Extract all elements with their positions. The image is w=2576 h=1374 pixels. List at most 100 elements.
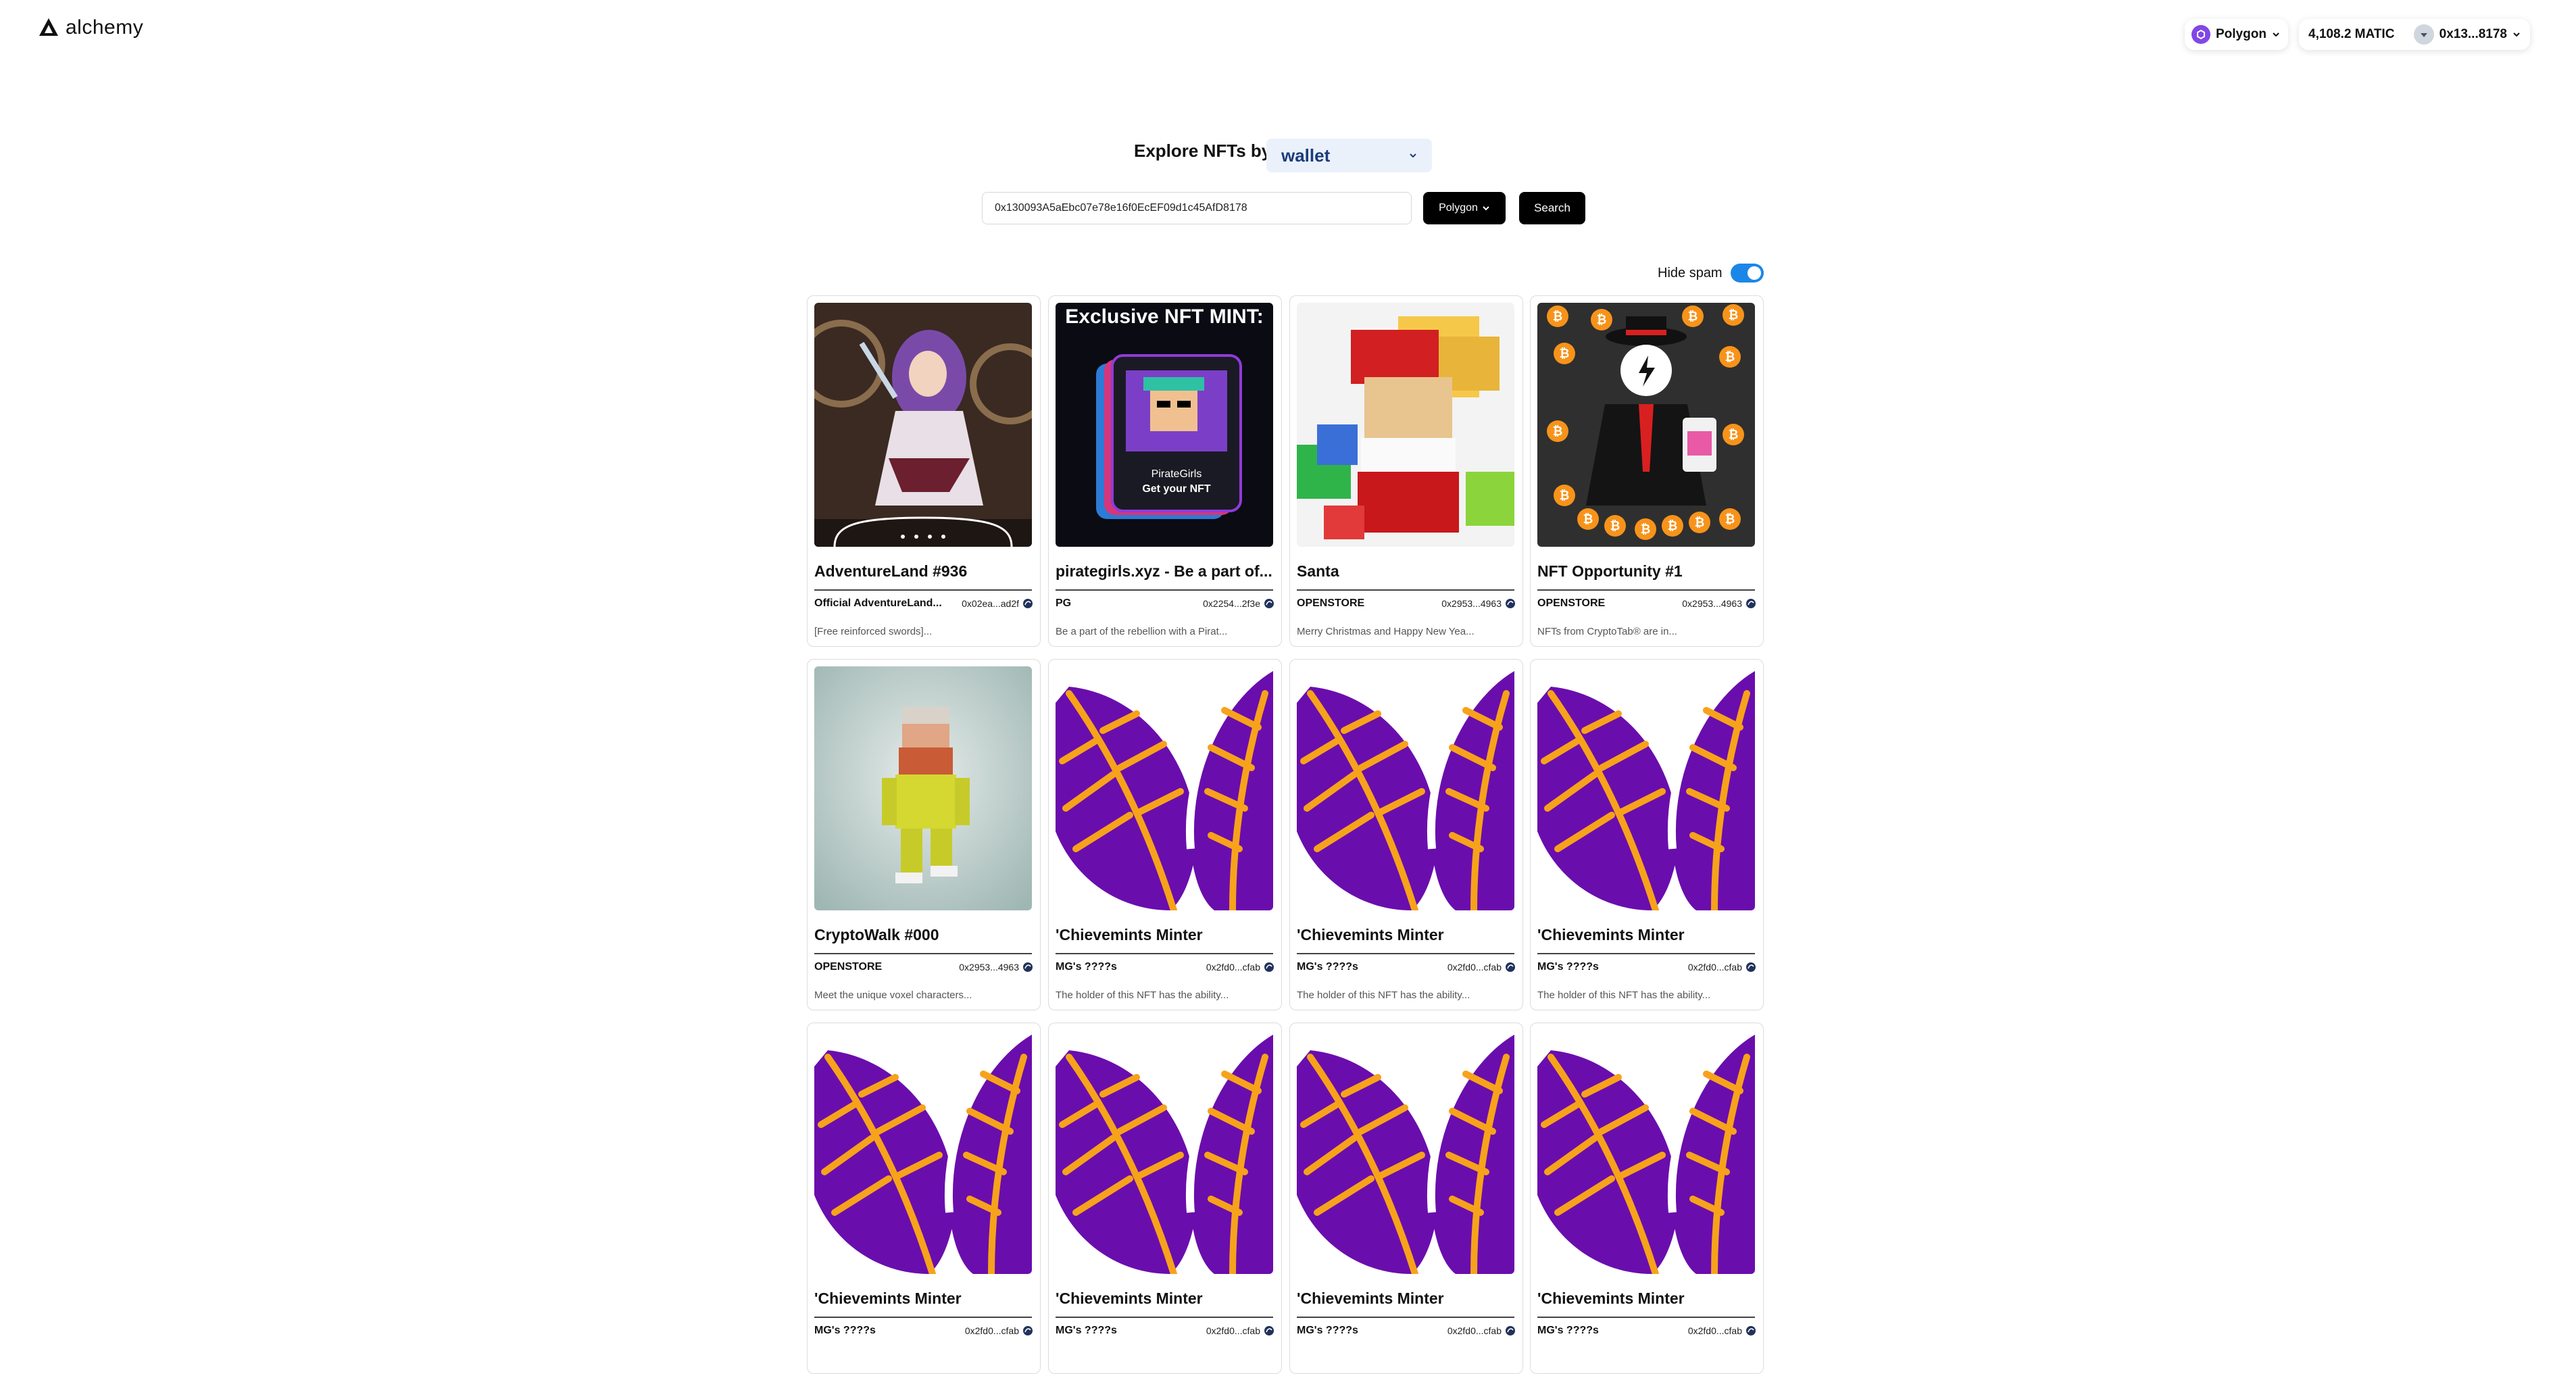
nft-collection: PG xyxy=(1056,597,1072,609)
chain-select-label: Polygon xyxy=(1439,202,1478,214)
nft-card[interactable]: 'Chievemints Minter MG's ????s 0x2fd0...cf… xyxy=(1530,1023,1764,1374)
nft-description: The holder of this NFT has the ability..… xyxy=(1537,989,1711,1001)
chevron-down-icon xyxy=(1410,153,1416,158)
nft-contract-address: 0x2fd0...cfab xyxy=(1447,1325,1502,1336)
divider xyxy=(1056,1317,1273,1318)
nft-image[interactable] xyxy=(1297,666,1514,910)
nft-contract-address: 0x2953...4963 xyxy=(959,962,1019,973)
nft-contract[interactable]: 0x2fd0...cfab xyxy=(1447,1325,1516,1336)
nft-collection: OPENSTORE xyxy=(1297,597,1365,609)
nft-image[interactable] xyxy=(1297,1030,1514,1274)
nft-card[interactable]: 'Chievemints Minter MG's ????s 0x2fd0...cf… xyxy=(1048,659,1282,1010)
nft-description: Meet the unique voxel characters... xyxy=(814,989,972,1001)
etherscan-icon xyxy=(1264,599,1274,608)
nft-title: AdventureLand #936 xyxy=(814,562,968,580)
divider xyxy=(814,1317,1032,1318)
nft-card[interactable]: 'Chievemints Minter MG's ????s 0x2fd0...cf… xyxy=(1048,1023,1282,1374)
nft-contract[interactable]: 0x02ea...ad2f xyxy=(962,598,1033,609)
nft-image[interactable] xyxy=(1056,1030,1273,1274)
nft-title: CryptoWalk #000 xyxy=(814,926,939,943)
nft-card[interactable]: Exclusive NFT MINT: PirateGirls Get your N… xyxy=(1048,295,1282,647)
svg-text:₿: ₿ xyxy=(1725,350,1735,364)
nft-contract[interactable]: 0x2fd0...cfab xyxy=(1688,1325,1756,1336)
nft-image[interactable]: ₿ ₿ ₿ ₿ ₿ ₿ ₿ ₿ ₿ ₿ ₿ ₿ ₿ ₿ ₿ xyxy=(1537,303,1755,547)
nft-card[interactable]: 'Chievemints Minter MG's ????s 0x2fd0...cf… xyxy=(807,1023,1041,1374)
wallet-menu[interactable]: 4,108.2 MATIC 0x13...8178 xyxy=(2299,19,2530,50)
nft-contract[interactable]: 0x2fd0...cfab xyxy=(1688,962,1756,973)
nft-card[interactable]: ₿ ₿ ₿ ₿ ₿ ₿ ₿ ₿ ₿ ₿ ₿ ₿ ₿ ₿ ₿ NFT Opportunity #1 OPENSTO… xyxy=(1530,295,1764,647)
etherscan-icon xyxy=(1746,1326,1756,1335)
nft-image[interactable] xyxy=(814,303,1032,547)
nft-card[interactable]: 'Chievemints Minter MG's ????s 0x2fd0...cf… xyxy=(1289,659,1523,1010)
nft-contract[interactable]: 0x2953...4963 xyxy=(1682,598,1756,609)
nft-contract[interactable]: 0x2254...2f3e xyxy=(1203,598,1274,609)
nft-contract-address: 0x2953...4963 xyxy=(1441,598,1502,609)
nft-contract-address: 0x02ea...ad2f xyxy=(962,598,1019,609)
nft-image[interactable] xyxy=(1537,666,1755,910)
svg-text:₿: ₿ xyxy=(1553,310,1563,323)
nft-title: 'Chievemints Minter xyxy=(1056,1290,1203,1307)
nft-collection: MG's ????s xyxy=(1297,961,1358,973)
chain-select-button[interactable]: Polygon xyxy=(1423,192,1506,224)
nft-contract[interactable]: 0x2fd0...cfab xyxy=(1447,962,1516,973)
nft-contract-address: 0x2953...4963 xyxy=(1682,598,1742,609)
nft-collection: MG's ????s xyxy=(1297,1325,1358,1336)
logo-text: alchemy xyxy=(66,16,144,39)
svg-text:₿: ₿ xyxy=(1725,512,1735,526)
nft-contract[interactable]: 0x2fd0...cfab xyxy=(1206,1325,1274,1336)
nft-image[interactable] xyxy=(1056,666,1273,910)
nft-title: Santa xyxy=(1297,562,1339,580)
nft-collection: MG's ????s xyxy=(1056,1325,1117,1336)
nft-card[interactable]: AdventureLand #936 Official AdventureLand… xyxy=(807,295,1041,647)
hide-spam-toggle[interactable] xyxy=(1730,264,1764,283)
nft-contract-address: 0x2fd0...cfab xyxy=(1687,1325,1742,1336)
nft-contract[interactable]: 0x2953...4963 xyxy=(1441,598,1516,609)
etherscan-icon xyxy=(1023,599,1033,608)
nft-image[interactable] xyxy=(814,1030,1032,1274)
etherscan-icon xyxy=(1746,962,1756,972)
network-selector[interactable]: Polygon xyxy=(2185,19,2288,50)
etherscan-icon xyxy=(1506,599,1515,608)
search-type-select[interactable]: wallet xyxy=(1266,139,1432,172)
svg-text:₿: ₿ xyxy=(1641,522,1651,536)
chevron-down-icon xyxy=(2513,32,2520,37)
divider xyxy=(1056,953,1273,954)
svg-text:₿: ₿ xyxy=(1688,310,1698,323)
hide-spam-label: Hide spam xyxy=(1658,265,1723,280)
svg-text:₿: ₿ xyxy=(1597,313,1607,326)
explore-label: Explore NFTs by xyxy=(1134,141,1272,161)
nft-card[interactable]: 'Chievemints Minter MG's ????s 0x2fd0...cf… xyxy=(1289,1023,1523,1374)
nft-card[interactable]: Santa OPENSTORE 0x2953...4963 Merry Christm… xyxy=(1289,295,1523,647)
nft-description: Merry Christmas and Happy New Yea... xyxy=(1297,626,1475,637)
nft-collection: OPENSTORE xyxy=(1537,597,1606,609)
divider xyxy=(1537,1317,1755,1318)
nft-card[interactable]: 'Chievemints Minter MG's ????s 0x2fd0...cf… xyxy=(1530,659,1764,1010)
network-label: Polygon xyxy=(2216,27,2267,41)
divider xyxy=(1297,589,1514,591)
nft-image[interactable] xyxy=(1537,1030,1755,1274)
chevron-down-icon xyxy=(1483,206,1489,211)
divider xyxy=(1537,953,1755,954)
divider xyxy=(1297,1317,1514,1318)
nft-card[interactable]: CryptoWalk #000 OPENSTORE 0x2953...4963 Mee… xyxy=(807,659,1041,1010)
nft-title: pirategirls.xyz - Be a part of... xyxy=(1056,562,1272,580)
nft-collection: OPENSTORE xyxy=(814,961,883,973)
nft-description: [Free reinforced swords]... xyxy=(814,626,933,637)
nft-collection: MG's ????s xyxy=(1056,961,1117,973)
nft-title: 'Chievemints Minter xyxy=(1056,926,1203,943)
nft-image[interactable]: Exclusive NFT MINT: PirateGirls Get your N… xyxy=(1056,303,1273,547)
svg-text:₿: ₿ xyxy=(1583,512,1593,526)
search-button[interactable]: Search xyxy=(1519,192,1585,224)
nft-image[interactable] xyxy=(814,666,1032,910)
nft-contract[interactable]: 0x2fd0...cfab xyxy=(1206,962,1274,973)
address-input[interactable] xyxy=(982,192,1412,224)
nft-description: NFTs from CryptoTab® are in... xyxy=(1537,626,1677,637)
nft-collection: MG's ????s xyxy=(1537,1325,1599,1336)
nft-contract[interactable]: 0x2fd0...cfab xyxy=(965,1325,1033,1336)
nft-contract-address: 0x2fd0...cfab xyxy=(964,1325,1019,1336)
nft-image[interactable] xyxy=(1297,303,1514,547)
alchemy-logo[interactable]: alchemy xyxy=(37,16,143,39)
svg-text:Exclusive NFT MINT:: Exclusive NFT MINT: xyxy=(1065,305,1263,328)
nft-contract[interactable]: 0x2953...4963 xyxy=(959,962,1033,973)
nft-contract-address: 0x2fd0...cfab xyxy=(1687,962,1742,973)
